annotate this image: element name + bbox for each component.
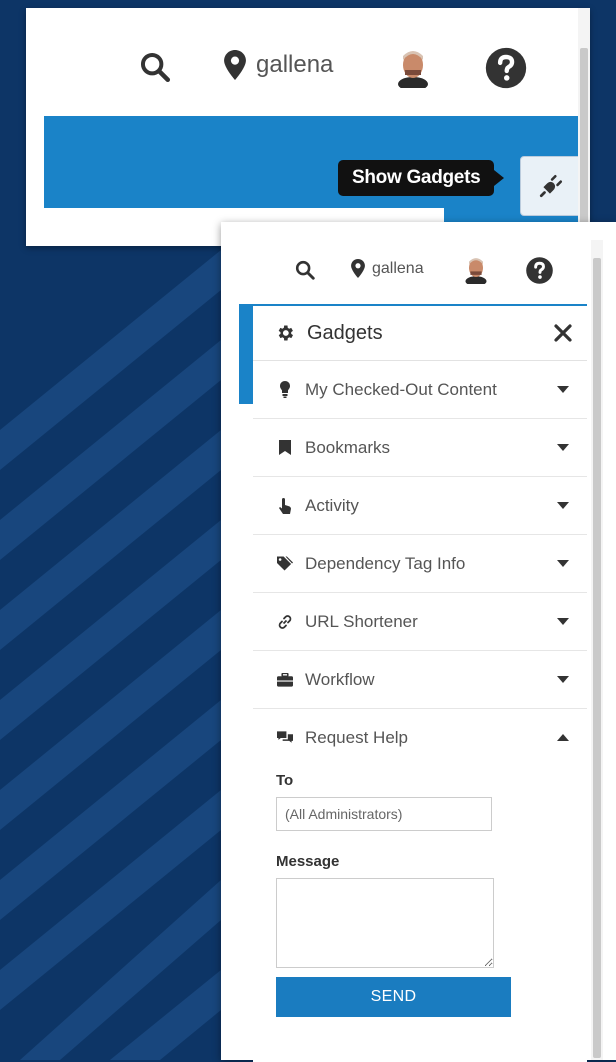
gadgets-header: Gadgets [253,306,587,361]
gadget-label: My Checked-Out Content [305,379,497,399]
request-help-form: To Message SEND [253,772,587,1017]
question-circle-icon [485,47,527,89]
search-button[interactable] [138,50,172,84]
gadget-request-help[interactable]: Request Help [253,708,587,766]
search-button[interactable] [294,259,316,281]
chevron-up-icon [557,734,569,741]
help-button[interactable] [484,46,528,90]
comments-icon [277,730,293,745]
send-button[interactable]: SEND [276,977,511,1017]
to-label: To [276,772,294,789]
chevron-down-icon [557,560,569,567]
question-circle-icon [526,257,553,284]
location-label: gallena [256,51,334,78]
map-marker-icon [224,50,246,80]
gadgets-title: Gadgets [307,321,383,344]
gadgets-scrollbar[interactable] [591,240,603,1060]
location-label: gallena [372,259,424,277]
lightbulb-icon [277,381,293,398]
gadget-label: Dependency Tag Info [305,553,466,573]
hand-pointer-icon [277,497,293,514]
scrollbar-thumb[interactable] [580,48,588,238]
gadgets-window: gallena Gadgets My Checked-Out Content B… [221,222,616,1062]
show-gadgets-button[interactable] [520,156,582,216]
chevron-down-icon [557,386,569,393]
bookmark-icon [277,440,293,455]
user-avatar[interactable] [396,48,430,88]
location-selector[interactable]: gallena [351,259,424,278]
show-gadgets-tooltip: Show Gadgets [338,160,505,196]
map-marker-icon [351,259,365,278]
chevron-down-icon [557,618,569,625]
to-field[interactable] [276,797,492,831]
search-icon [140,52,171,83]
gear-icon [278,325,293,341]
briefcase-icon [277,672,293,687]
link-icon [277,614,293,630]
message-label: Message [276,853,340,870]
chevron-down-icon [557,444,569,451]
avatar [398,51,428,88]
gadget-label: Bookmarks [305,437,391,457]
tags-icon [277,556,293,571]
gadget-label: Activity [305,495,359,515]
bottom-toolbar: gallena [221,222,616,302]
help-button[interactable] [525,256,554,285]
top-window: gallena Show Gadgets [26,8,590,246]
top-toolbar: gallena [26,8,590,118]
gadget-activity[interactable]: Activity [253,477,587,535]
gadget-workflow[interactable]: Workflow [253,651,587,708]
gadget-label: Request Help [305,727,409,747]
avatar [465,258,487,284]
plug-icon [539,174,563,198]
gadgets-panel: Gadgets My Checked-Out Content Bookmarks… [253,304,587,1062]
close-icon[interactable] [553,323,573,343]
gadget-label: Workflow [305,669,375,689]
gadget-my-checked-out-content[interactable]: My Checked-Out Content [253,361,587,419]
gadget-bookmarks[interactable]: Bookmarks [253,419,587,477]
message-field[interactable] [276,878,494,968]
gadget-label: URL Shortener [305,611,418,631]
search-icon [295,260,315,280]
location-selector[interactable]: gallena [224,50,333,80]
top-scrollbar[interactable] [578,8,590,246]
gadget-url-shortener[interactable]: URL Shortener [253,593,587,651]
header-bar [44,116,579,208]
gadget-dependency-tag-info[interactable]: Dependency Tag Info [253,535,587,593]
scrollbar-thumb[interactable] [593,258,601,1058]
header-bar-edge [239,304,253,404]
chevron-down-icon [557,676,569,683]
chevron-down-icon [557,502,569,509]
user-avatar[interactable] [464,256,488,284]
